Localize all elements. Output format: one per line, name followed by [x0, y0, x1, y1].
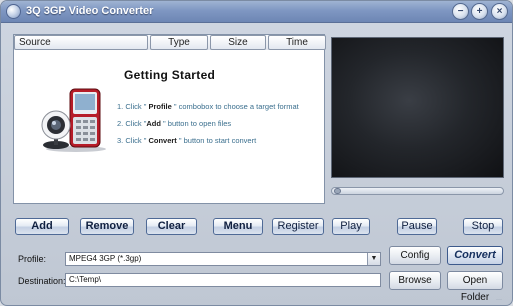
- step-text-post: " button to start convert: [176, 136, 257, 145]
- column-header-type[interactable]: Type: [150, 35, 208, 50]
- app-window: 3Q 3GP Video Converter − + × Source Type…: [0, 0, 513, 306]
- profile-value: MPEG4 3GP (*.3gp): [69, 254, 142, 263]
- pause-button[interactable]: Pause: [397, 218, 437, 235]
- convert-button[interactable]: Convert: [447, 246, 503, 265]
- step-keyword: Convert: [148, 136, 177, 145]
- column-header-time[interactable]: Time: [268, 35, 326, 50]
- instruction-step: 1. Click " Profile " combobox to choose …: [117, 102, 299, 111]
- profile-select[interactable]: MPEG4 3GP (*.3gp) ▼: [65, 252, 381, 266]
- minimize-button[interactable]: −: [452, 3, 469, 20]
- column-header-size[interactable]: Size: [210, 35, 266, 50]
- step-number: 3.: [117, 136, 124, 145]
- destination-value: C:\Temp\: [69, 275, 102, 284]
- chevron-down-icon[interactable]: ▼: [367, 253, 380, 265]
- config-button[interactable]: Config: [389, 246, 441, 265]
- clear-button[interactable]: Clear: [146, 218, 197, 235]
- instruction-step: 2. Click "Add " button to open files: [117, 119, 231, 128]
- destination-label: Destination:: [18, 276, 66, 286]
- title-bar[interactable]: 3Q 3GP Video Converter − + ×: [1, 1, 512, 23]
- step-text-post: " button to open files: [160, 119, 232, 128]
- stop-button[interactable]: Stop: [463, 218, 503, 235]
- maximize-button[interactable]: +: [471, 3, 488, 20]
- instruction-step: 3. Click " Convert " button to start con…: [117, 136, 256, 145]
- video-preview: [331, 37, 504, 178]
- phone-webcam-illustration: [41, 88, 106, 152]
- file-list[interactable]: Source Type Size Time Getting Started 1.…: [13, 34, 326, 204]
- step-number: 2.: [117, 119, 124, 128]
- resize-grip[interactable]: ···: [496, 297, 510, 303]
- open-folder-button[interactable]: Open Folder: [447, 271, 503, 303]
- column-header-source[interactable]: Source: [14, 35, 148, 50]
- step-text-pre: Click ": [125, 119, 147, 128]
- seek-knob[interactable]: [334, 188, 341, 194]
- step-text-pre: Click ": [125, 136, 149, 145]
- menu-button[interactable]: Menu: [213, 218, 263, 235]
- step-keyword: Profile: [148, 102, 172, 111]
- close-button[interactable]: ×: [491, 3, 508, 20]
- step-keyword: Add: [146, 119, 161, 128]
- window-title: 3Q 3GP Video Converter: [26, 5, 154, 17]
- browse-button[interactable]: Browse: [389, 271, 441, 290]
- seek-bar[interactable]: [331, 187, 504, 195]
- profile-label: Profile:: [18, 254, 47, 264]
- step-text-post: " combobox to choose a target format: [171, 102, 299, 111]
- step-number: 1.: [117, 102, 124, 111]
- play-button[interactable]: Play: [332, 218, 370, 235]
- step-text-pre: Click ": [125, 102, 149, 111]
- app-orb-icon[interactable]: [6, 4, 21, 19]
- getting-started-title: Getting Started: [124, 68, 216, 82]
- add-button[interactable]: Add: [15, 218, 69, 235]
- register-button[interactable]: Register: [272, 218, 324, 235]
- file-list-header: Source Type Size Time: [14, 35, 326, 50]
- destination-input[interactable]: C:\Temp\: [65, 273, 381, 287]
- remove-button[interactable]: Remove: [80, 218, 134, 235]
